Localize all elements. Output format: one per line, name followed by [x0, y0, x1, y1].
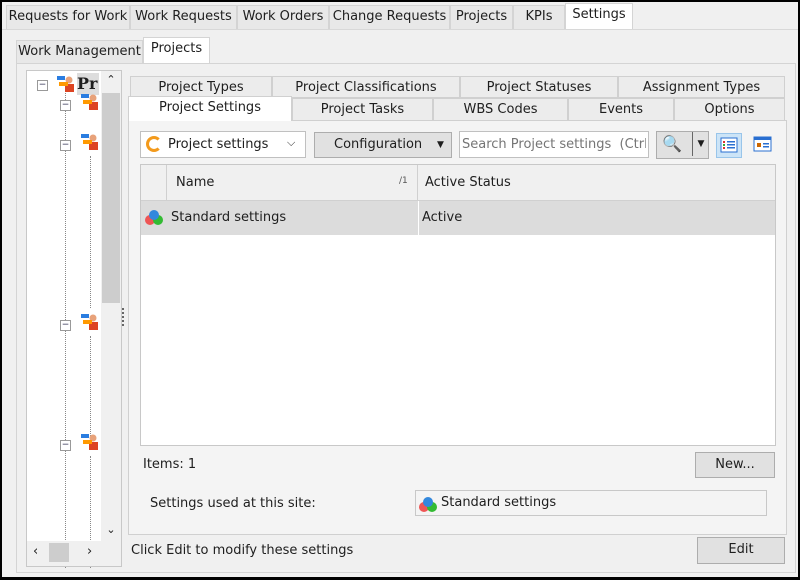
site-settings-field[interactable]: Standard settings	[415, 490, 767, 516]
scroll-down-icon[interactable]: ⌄	[101, 523, 121, 536]
tab-projects[interactable]: Projects	[450, 5, 513, 29]
settings-icon	[419, 497, 437, 512]
search-button[interactable]: 🔍 ▼	[656, 131, 709, 159]
tab-kpis[interactable]: KPIs	[513, 5, 565, 29]
form-view-icon	[753, 136, 772, 152]
site-settings-value: Standard settings	[441, 495, 557, 510]
grid-header: Name ∕1 Active Status	[141, 165, 775, 201]
divider	[418, 201, 419, 235]
view-select-value: Project settings	[168, 137, 269, 152]
tab-project-statuses[interactable]: Project Statuses	[460, 76, 618, 98]
tab-events[interactable]: Events	[568, 98, 674, 121]
horizontal-scrollbar[interactable]: ‹ ›	[27, 541, 121, 566]
chevron-down-icon: ⌵	[287, 136, 296, 149]
project-person-icon	[81, 313, 99, 331]
scroll-up-icon[interactable]: ⌃	[101, 73, 121, 86]
view-select[interactable]: Project settings ⌵	[140, 131, 306, 158]
tree-line	[90, 156, 91, 308]
table-row[interactable]: Standard settings Active	[141, 201, 775, 235]
project-settings-icon	[146, 136, 162, 152]
column-header-name[interactable]: Name ∕1	[166, 165, 418, 200]
tab-project-types[interactable]: Project Types	[130, 76, 272, 98]
splitter-handle[interactable]	[122, 308, 124, 326]
tab-work-management[interactable]: Work Management	[16, 40, 143, 63]
collapse-icon[interactable]: −	[37, 80, 48, 91]
tab-wbs-codes[interactable]: WBS Codes	[433, 98, 568, 121]
project-person-icon	[57, 75, 75, 93]
scroll-left-icon[interactable]: ‹	[33, 544, 38, 559]
collapse-icon[interactable]: −	[60, 440, 71, 451]
project-person-icon	[81, 433, 99, 451]
edit-hint: Click Edit to modify these settings	[131, 543, 354, 558]
tab-settings[interactable]: Settings	[565, 3, 633, 29]
sort-indicator: ∕1	[399, 176, 408, 186]
column-header-label: Name	[176, 175, 215, 190]
edit-button[interactable]: Edit	[697, 537, 785, 564]
collapse-icon[interactable]: −	[60, 320, 71, 331]
tab-requests-for-work[interactable]: Requests for Work	[6, 5, 130, 29]
scroll-thumb[interactable]	[49, 543, 69, 562]
window: Requests for Work Work Requests Work Ord…	[2, 2, 798, 577]
form-view-button[interactable]	[750, 133, 776, 158]
site-settings-label: Settings used at this site:	[150, 496, 316, 511]
magnifier-icon: 🔍	[662, 134, 682, 153]
tab-work-orders[interactable]: Work Orders	[237, 5, 329, 29]
new-button[interactable]: New...	[695, 452, 775, 478]
dropdown-arrow-icon: ▼	[692, 132, 709, 156]
tab-project-classifications[interactable]: Project Classifications	[272, 76, 460, 98]
search-input[interactable]	[459, 131, 649, 158]
tab-assignment-types[interactable]: Assignment Types	[618, 76, 785, 98]
row-status: Active	[422, 210, 463, 225]
scroll-right-icon[interactable]: ›	[87, 544, 92, 559]
tab-options[interactable]: Options	[674, 98, 785, 121]
project-tree[interactable]: − Pr − − − − ⌃ ⌄ ‹ ›	[26, 70, 122, 568]
tab-projects-sub[interactable]: Projects	[143, 37, 210, 64]
column-header-active-status[interactable]: Active Status	[425, 175, 511, 190]
configuration-button[interactable]: Configuration ▼	[314, 132, 452, 158]
project-person-icon	[81, 93, 99, 111]
row-name: Standard settings	[171, 210, 287, 225]
tab-project-tasks[interactable]: Project Tasks	[292, 98, 433, 121]
items-count: Items: 1	[143, 457, 197, 472]
dropdown-arrow-icon: ▼	[437, 140, 444, 150]
scroll-thumb[interactable]	[102, 93, 120, 303]
tab-work-requests[interactable]: Work Requests	[130, 5, 237, 29]
tree-root-label[interactable]: Pr	[77, 73, 99, 95]
settings-grid: Name ∕1 Active Status Standard settings …	[140, 164, 776, 446]
collapse-icon[interactable]: −	[60, 100, 71, 111]
tab-change-requests[interactable]: Change Requests	[329, 5, 450, 29]
tab-project-settings[interactable]: Project Settings	[128, 96, 292, 121]
configuration-label: Configuration	[334, 137, 423, 152]
project-person-icon	[81, 133, 99, 151]
vertical-scrollbar[interactable]: ⌃ ⌄	[101, 71, 121, 541]
list-view-button[interactable]	[716, 133, 742, 158]
divider	[2, 29, 798, 30]
collapse-icon[interactable]: −	[60, 140, 71, 151]
list-view-icon	[720, 137, 738, 153]
tree-line	[90, 336, 91, 436]
settings-icon	[145, 210, 163, 225]
